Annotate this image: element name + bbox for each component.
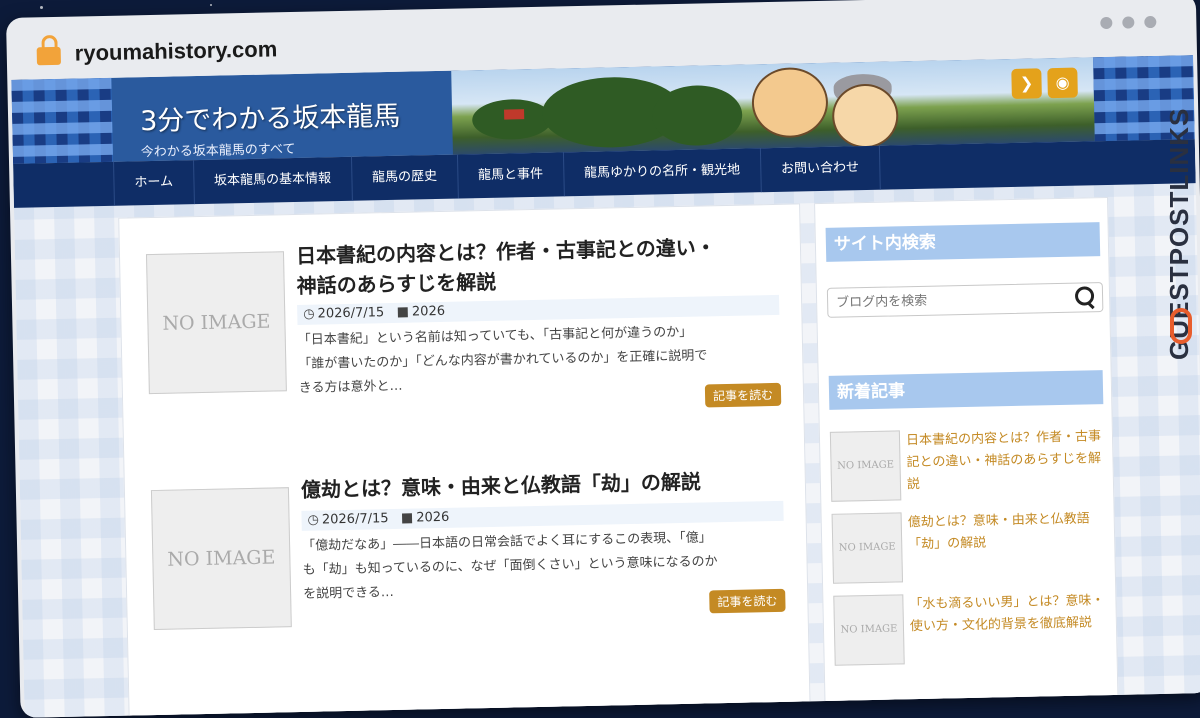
post-date: 2026/7/15 [317, 305, 385, 322]
companion-illustration [831, 83, 899, 149]
recent-widget-title: 新着記事 [828, 370, 1104, 410]
post-title-line[interactable]: 億劫とは？意味・由来と仏教語「劫」の解説 [301, 467, 702, 505]
recent-post-thumbnail[interactable]: NO IMAGE [829, 430, 902, 502]
recent-post-item[interactable]: NO IMAGE 億劫とは？意味・由来と仏教語「劫」の解説 [831, 508, 1107, 588]
recent-post-item[interactable]: NO IMAGE 日本書紀の内容とは？作者・古事記との違い・神話のあらすじを解説 [829, 426, 1105, 506]
nav-item-incidents[interactable]: 龍馬と事件 [456, 152, 564, 199]
post-title[interactable]: 日本書紀の内容とは？作者・古事記との違い・ 神話のあらすじを解説 [296, 232, 717, 301]
rss-icon[interactable]: ◉ [1047, 67, 1078, 99]
ryoma-illustration [751, 66, 829, 139]
site-title[interactable]: 3分でわかる坂本龍馬 [140, 94, 401, 138]
main-content: NO IMAGE 日本書紀の内容とは？作者・古事記との違い・ 神話のあらすじを解… [118, 203, 811, 718]
header-image [451, 57, 1103, 155]
header-pattern [11, 77, 114, 164]
folder-icon: ■ [400, 510, 414, 526]
clock-icon: ◷ [303, 306, 315, 322]
post-date: 2026/7/15 [321, 511, 389, 528]
post-category[interactable]: 2026 [412, 304, 445, 320]
search-form [826, 282, 1104, 318]
url-text[interactable]: ryoumahistory.com [74, 36, 277, 66]
feed-icons: ❯ ◉ [1011, 67, 1078, 99]
recent-post-thumbnail[interactable]: NO IMAGE [831, 512, 904, 584]
sidebar: サイト内検索 新着記事 NO IMAGE 日本書紀の内容とは？作者・古事記との違… [814, 196, 1119, 706]
page-viewport: ❯ ◉ 3分でわかる坂本龍馬 今わかる坂本龍馬のすべて ホーム 坂本龍馬の基本情… [11, 55, 1200, 718]
dot-icon [1100, 16, 1113, 30]
nav-item-history[interactable]: 龍馬の歴史 [350, 154, 458, 201]
post-card: NO IMAGE 日本書紀の内容とは？作者・古事記との違い・ 神話のあらすじを解… [119, 204, 799, 408]
post-category[interactable]: 2026 [416, 510, 449, 526]
post-title[interactable]: 億劫とは？意味・由来と仏教語「劫」の解説 [301, 467, 702, 505]
nav-item-places[interactable]: 龍馬ゆかりの名所・観光地 [562, 148, 761, 197]
folder-icon: ■ [396, 304, 410, 320]
lock-icon [36, 34, 61, 66]
dot-icon [1144, 15, 1157, 29]
post-thumbnail[interactable]: NO IMAGE [145, 251, 287, 395]
search-widget-title: サイト内検索 [825, 222, 1101, 262]
post-card: NO IMAGE 億劫とは？意味・由来と仏教語「劫」の解説 ◷ 2026/7/15… [125, 460, 805, 631]
window-controls [1100, 15, 1157, 30]
recent-post-title[interactable]: 億劫とは？意味・由来と仏教語「劫」の解説 [908, 508, 1105, 556]
recent-post-thumbnail[interactable]: NO IMAGE [833, 594, 905, 666]
recent-post-title[interactable]: 日本書紀の内容とは？作者・古事記との違い・神話のあらすじを解説 [906, 426, 1103, 496]
link-icon [1170, 308, 1192, 344]
clock-icon: ◷ [307, 512, 320, 528]
recent-post-item[interactable]: NO IMAGE 「水も滴るいい男」とは？意味・使い方・文化的背景を徹底解説 [833, 590, 1108, 670]
nav-item-home[interactable]: ホーム [113, 160, 194, 206]
post-thumbnail[interactable]: NO IMAGE [150, 487, 292, 631]
browser-window: ryoumahistory.com ❯ ◉ 3分でわかる坂本龍馬 今わかる坂本龍… [6, 0, 1200, 718]
dot-icon [1122, 16, 1135, 29]
recent-post-title[interactable]: 「水も滴るいい男」とは？意味・使い方・文化的背景を徹底解説 [909, 590, 1106, 638]
search-icon[interactable] [1074, 286, 1095, 306]
nav-item-contact[interactable]: お問い合わせ [759, 145, 881, 193]
site-subtitle: 今わかる坂本龍馬のすべて [140, 141, 296, 161]
feedly-icon[interactable]: ❯ [1011, 68, 1042, 99]
search-input[interactable] [827, 284, 1059, 317]
read-more-button[interactable]: 記事を読む [709, 588, 786, 614]
read-more-button[interactable]: 記事を読む [704, 382, 782, 408]
nav-item-basic-info[interactable]: 坂本龍馬の基本情報 [192, 156, 352, 205]
